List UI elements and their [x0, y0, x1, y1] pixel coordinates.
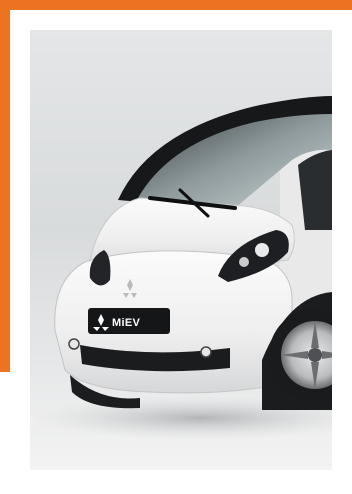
accent-bar-top	[0, 0, 352, 10]
badge-text: MiEV	[112, 317, 140, 329]
accent-bar-left	[0, 0, 10, 372]
car-photo: MiEV	[30, 30, 332, 470]
fog-light-right	[200, 346, 212, 358]
car-illustration: MiEV	[30, 96, 332, 440]
miev-badge: MiEV	[88, 308, 170, 334]
page: MiEV	[0, 0, 352, 494]
fog-light-left	[68, 338, 80, 350]
